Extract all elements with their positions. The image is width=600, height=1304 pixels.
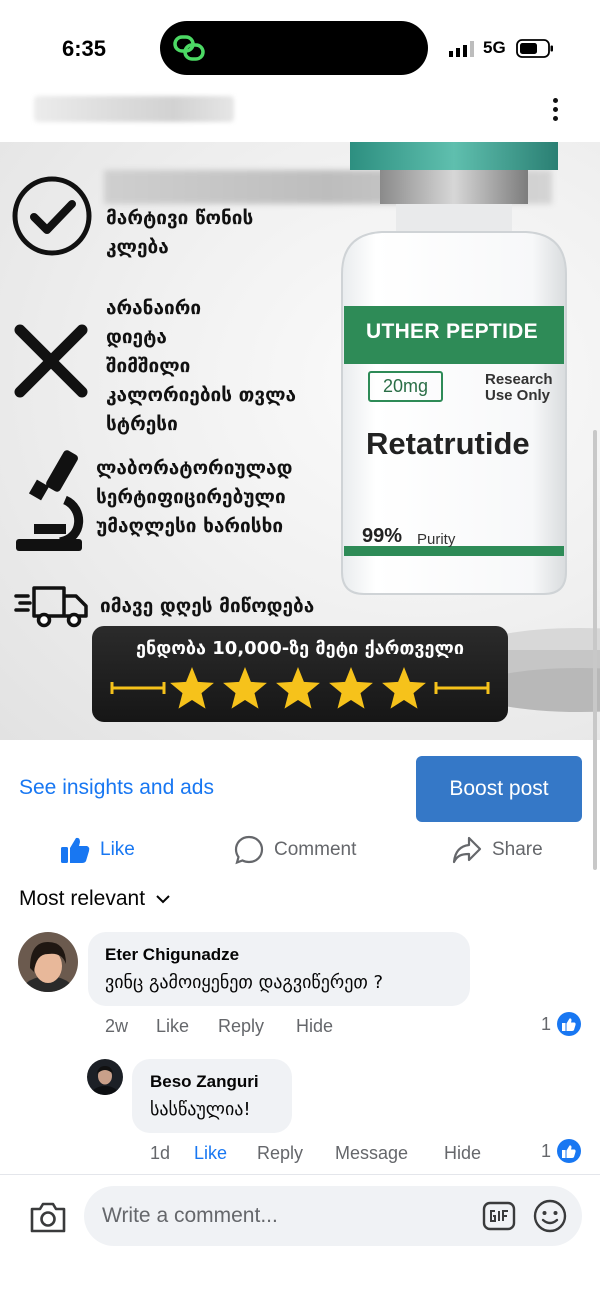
clock: 6:35: [62, 36, 107, 61]
vial-research-note: Research Use Only: [485, 371, 553, 404]
star-icon: [329, 667, 373, 709]
avatar[interactable]: [18, 932, 78, 992]
comment-bubble: [132, 1059, 292, 1133]
star-icon: [382, 667, 426, 709]
comment-sort-dropdown[interactable]: Most relevant: [19, 887, 171, 911]
like-badge-icon: [557, 1139, 582, 1163]
chevron-down-icon: [156, 895, 170, 904]
comment-hide-button[interactable]: Hide: [444, 1143, 481, 1164]
signal-icon: [449, 41, 474, 57]
comment-reaction-count[interactable]: 1: [541, 1012, 582, 1036]
sort-label: Most relevant: [19, 887, 146, 910]
avatar[interactable]: [87, 1059, 123, 1095]
rating-stars: [110, 667, 490, 709]
star-icon: [170, 667, 214, 709]
comment-button[interactable]: Comment: [234, 828, 356, 872]
share-label: Share: [492, 839, 543, 860]
feature-delivery: იმავე დღეს მიწოდება: [100, 595, 315, 617]
comment-label: Comment: [274, 839, 357, 860]
vial-brand: UTHER PEPTIDE: [366, 320, 538, 343]
dynamic-island: [160, 21, 428, 75]
link-icon: [173, 35, 205, 61]
star-icon: [223, 667, 267, 709]
feature-weight-loss: მარტივი წონის კლება: [106, 207, 254, 258]
comment-reaction-count[interactable]: 1: [541, 1139, 582, 1163]
comment-reply-button[interactable]: Reply: [218, 1016, 264, 1037]
network-type: 5G: [483, 38, 506, 57]
comment-hide-button[interactable]: Hide: [296, 1016, 333, 1037]
comment-text: ვინც გამოიყენეთ დაგვიწერეთ ?: [105, 972, 384, 993]
post-header: [0, 92, 600, 140]
battery-icon: [516, 39, 553, 58]
status-bar: 6:35 5G: [0, 0, 600, 96]
thumbs-up-icon: [61, 837, 90, 863]
checkmark-icon: [12, 176, 92, 256]
rating-banner: ენდობა 10,000-ზე მეტი ქართველი: [92, 626, 508, 722]
post-image[interactable]: მარტივი წონის კლება არანაირი დიეტა შიმში…: [0, 142, 600, 740]
like-badge-icon: [557, 1012, 582, 1036]
like-label: Like: [100, 839, 135, 860]
reaction-bar: Like Comment Share: [0, 828, 600, 872]
comment-composer: [0, 1174, 600, 1304]
reaction-count: 1: [541, 1013, 552, 1034]
comment-author[interactable]: Beso Zanguri: [150, 1072, 259, 1092]
comment-like-button[interactable]: Like: [156, 1016, 189, 1037]
rating-text: ენდობა 10,000-ზე მეტი ქართველი: [136, 638, 464, 659]
comment-author[interactable]: Eter Chigunadze: [105, 945, 239, 965]
comment-message-button[interactable]: Message: [335, 1143, 408, 1164]
vial-purity-value: 99%: [362, 525, 403, 547]
cross-icon: [14, 324, 88, 398]
delivery-truck-icon: [14, 586, 88, 628]
comment-text: სასწაულია!: [150, 1099, 251, 1120]
comment-bubble: [88, 932, 470, 1006]
comment-bubble-icon: [234, 835, 264, 865]
scrollbar[interactable]: [593, 430, 597, 870]
comment-reply-button[interactable]: Reply: [257, 1143, 303, 1164]
boost-post-button[interactable]: Boost post: [416, 756, 582, 822]
vial-product-name: Retatrutide: [366, 426, 530, 461]
comment-time: 1d: [150, 1143, 171, 1163]
reaction-count: 1: [541, 1140, 552, 1161]
vial-dose: 20mg: [368, 371, 443, 402]
microscope-icon: [16, 450, 84, 551]
comment-time: 2w: [105, 1016, 129, 1036]
emoji-icon[interactable]: [532, 1198, 568, 1234]
vial-purity-label: Purity: [417, 531, 456, 548]
gif-icon[interactable]: [482, 1199, 516, 1233]
camera-icon[interactable]: [28, 1199, 68, 1235]
share-arrow-icon: [452, 836, 482, 864]
comment-like-button[interactable]: Like: [194, 1143, 227, 1164]
see-insights-link[interactable]: See insights and ads: [19, 776, 214, 800]
redacted-page-name: [34, 96, 234, 122]
share-button[interactable]: Share: [452, 828, 543, 872]
like-button[interactable]: Like: [60, 828, 135, 872]
feature-no-diet: არანაირი დიეტა შიმშილი კალორიების თვლა ს…: [106, 297, 297, 435]
star-icon: [276, 667, 320, 709]
feature-certified: ლაბორატორიულად სერტიფიცირებული უმაღლესი …: [96, 457, 293, 537]
more-options-button[interactable]: [542, 94, 568, 124]
